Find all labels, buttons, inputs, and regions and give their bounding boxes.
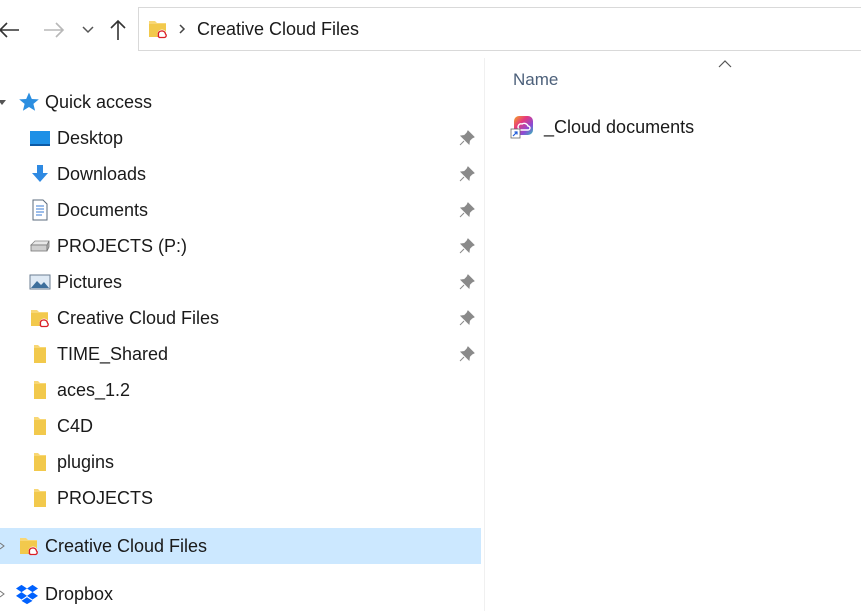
nav-item-pictures[interactable]: Pictures [0, 264, 481, 300]
nav-item-projects-drive[interactable]: PROJECTS (P:) [0, 228, 481, 264]
forward-button[interactable] [40, 14, 68, 46]
nav-item-label: Documents [57, 199, 149, 220]
folder-icon [29, 343, 51, 365]
nav-creative-cloud-files-label: Creative Cloud Files [45, 535, 208, 556]
folder-icon [29, 379, 51, 401]
nav-item-aces[interactable]: aces_1.2 [0, 372, 481, 408]
pictures-icon [29, 271, 51, 293]
chevron-down-icon[interactable] [0, 84, 7, 120]
nav-quick-access-label: Quick access [45, 91, 153, 112]
file-name: _Cloud documents [544, 116, 695, 137]
pin-icon[interactable] [458, 309, 476, 327]
nav-creative-cloud-files[interactable]: Creative Cloud Files [0, 528, 481, 564]
breadcrumb-current[interactable]: Creative Cloud Files [197, 19, 359, 40]
dropbox-icon [16, 583, 38, 605]
nav-item-label: Pictures [57, 271, 123, 292]
recent-locations-button[interactable] [78, 14, 98, 46]
arrow-right-icon [44, 22, 65, 38]
nav-item-documents[interactable]: Documents [0, 192, 481, 228]
nav-item-time-shared[interactable]: TIME_Shared [0, 336, 481, 372]
cloud-documents-shortcut-icon [509, 114, 535, 140]
nav-quick-access[interactable]: Quick access [0, 84, 481, 120]
chevron-right-icon[interactable] [0, 576, 7, 611]
nav-item-downloads[interactable]: Downloads [0, 156, 481, 192]
breadcrumb-separator-icon[interactable] [177, 23, 187, 35]
pin-icon[interactable] [458, 345, 476, 363]
pin-icon[interactable] [458, 165, 476, 183]
nav-item-label: PROJECTS (P:) [57, 235, 188, 256]
nav-item-label: TIME_Shared [57, 343, 169, 364]
navigation-pane: Quick access Desktop Downloads Documents… [0, 58, 484, 611]
pin-icon[interactable] [458, 129, 476, 147]
nav-dropbox-label: Dropbox [45, 583, 114, 604]
nav-item-creative-cloud-files[interactable]: Creative Cloud Files [0, 300, 481, 336]
documents-icon [29, 199, 51, 221]
creative-cloud-folder-icon [29, 307, 51, 329]
sort-ascending-icon [717, 58, 733, 70]
folder-icon [29, 451, 51, 473]
nav-item-label: Creative Cloud Files [57, 307, 220, 328]
nav-item-label: Desktop [57, 127, 124, 148]
desktop-icon [29, 127, 51, 149]
star-icon [18, 91, 40, 113]
nav-item-label: C4D [57, 415, 94, 436]
nav-dropbox[interactable]: Dropbox [0, 576, 481, 611]
creative-cloud-folder-icon [18, 535, 40, 557]
download-arrow-icon [29, 163, 51, 185]
up-button[interactable] [104, 14, 132, 46]
pin-icon[interactable] [458, 201, 476, 219]
nav-item-c4d[interactable]: C4D [0, 408, 481, 444]
file-list: Name _Cloud documents [485, 58, 861, 611]
file-row[interactable]: _Cloud documents [509, 110, 849, 144]
address-bar[interactable]: Creative Cloud Files [138, 7, 861, 51]
nav-item-label: PROJECTS [57, 487, 154, 508]
pin-icon[interactable] [458, 273, 476, 291]
address-toolbar: Creative Cloud Files [0, 0, 861, 58]
arrow-up-icon [110, 19, 126, 40]
creative-cloud-folder-icon [147, 18, 169, 40]
nav-item-label: aces_1.2 [57, 379, 131, 400]
nav-item-label: Downloads [57, 163, 147, 184]
file-explorer-window: Creative Cloud Files Quick access Deskto… [0, 0, 861, 611]
back-button[interactable] [0, 14, 22, 46]
network-drive-icon [29, 235, 51, 257]
column-header-name[interactable]: Name [513, 70, 558, 90]
folder-icon [29, 487, 51, 509]
pin-icon[interactable] [458, 237, 476, 255]
arrow-left-icon [0, 22, 19, 38]
folder-icon [29, 415, 51, 437]
chevron-down-icon [82, 26, 94, 34]
nav-item-label: plugins [57, 451, 115, 472]
chevron-right-icon[interactable] [0, 528, 7, 564]
nav-item-plugins[interactable]: plugins [0, 444, 481, 480]
nav-item-desktop[interactable]: Desktop [0, 120, 481, 156]
nav-item-projects[interactable]: PROJECTS [0, 480, 481, 516]
